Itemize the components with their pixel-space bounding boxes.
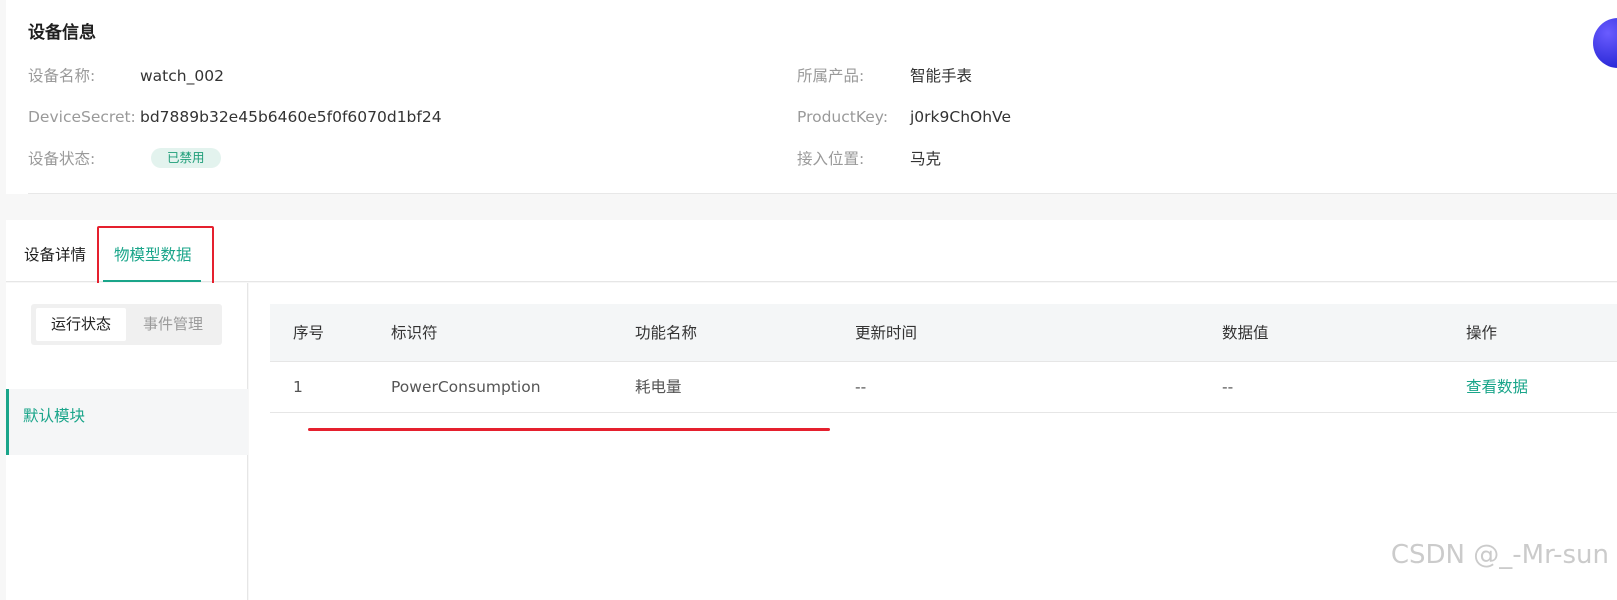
info-divider xyxy=(28,193,1617,194)
cell-data-value: -- xyxy=(1222,378,1234,396)
location-label: 接入位置: xyxy=(797,150,865,168)
header-function-name: 功能名称 xyxy=(635,324,698,342)
device-name-value: watch_002 xyxy=(140,67,224,85)
info-row-name: 设备名称: watch_002 所属产品: 智能手表 xyxy=(28,64,1528,88)
device-secret-label: DeviceSecret: xyxy=(28,108,136,126)
header-data-value: 数据值 xyxy=(1222,324,1269,342)
status-badge: 已禁用 xyxy=(151,148,221,168)
annotation-underline xyxy=(308,428,830,431)
header-action: 操作 xyxy=(1466,324,1498,342)
table-header: 序号 标识符 功能名称 更新时间 数据值 操作 xyxy=(270,304,1617,362)
tab-device-details[interactable]: 设备详情 xyxy=(24,244,86,266)
header-identifier: 标识符 xyxy=(391,324,438,342)
module-item-default[interactable]: 默认模块 xyxy=(6,389,248,455)
table-row: 1 PowerConsumption 耗电量 -- -- 查看数据 xyxy=(270,362,1617,413)
annotation-highlight-box xyxy=(97,226,214,287)
segment-running-status[interactable]: 运行状态 xyxy=(36,308,126,341)
product-label: 所属产品: xyxy=(797,67,865,85)
segment-control: 运行状态 事件管理 xyxy=(31,304,222,345)
segment-event-management[interactable]: 事件管理 xyxy=(128,308,218,341)
cell-function-name: 耗电量 xyxy=(635,378,682,396)
floating-assistant-icon[interactable] xyxy=(1593,18,1617,68)
tabs-bar: 设备详情 物模型数据 xyxy=(6,220,1617,282)
product-key-label: ProductKey: xyxy=(797,108,889,126)
device-name-label: 设备名称: xyxy=(28,67,96,85)
location-value: 马克 xyxy=(910,150,942,168)
cell-index: 1 xyxy=(293,378,303,396)
watermark: CSDN @_-Mr-sun xyxy=(1390,540,1609,570)
left-panel: 运行状态 事件管理 默认模块 xyxy=(6,283,248,600)
device-secret-value: bd7889b32e45b6460e5f0f6070d1bf24 xyxy=(140,108,442,126)
properties-table: 序号 标识符 功能名称 更新时间 数据值 操作 1 PowerConsumpti… xyxy=(270,304,1617,413)
cell-identifier: PowerConsumption xyxy=(391,378,541,396)
header-index: 序号 xyxy=(293,324,325,342)
product-key-value: j0rk9ChOhVe xyxy=(910,108,1011,126)
module-item-label: 默认模块 xyxy=(23,407,86,425)
info-row-status: 设备状态: 已禁用 接入位置: 马克 xyxy=(28,147,1528,171)
device-info-card: 设备信息 设备名称: watch_002 所属产品: 智能手表 DeviceSe… xyxy=(6,0,1617,194)
view-data-link[interactable]: 查看数据 xyxy=(1466,362,1528,413)
info-row-secret: DeviceSecret: bd7889b32e45b6460e5f0f6070… xyxy=(28,105,1528,129)
device-info-title: 设备信息 xyxy=(28,23,96,43)
header-update-time: 更新时间 xyxy=(855,324,918,342)
page: 设备信息 设备名称: watch_002 所属产品: 智能手表 DeviceSe… xyxy=(0,0,1617,600)
cell-update-time: -- xyxy=(855,378,867,396)
product-value: 智能手表 xyxy=(910,67,973,85)
device-status-label: 设备状态: xyxy=(28,150,96,168)
